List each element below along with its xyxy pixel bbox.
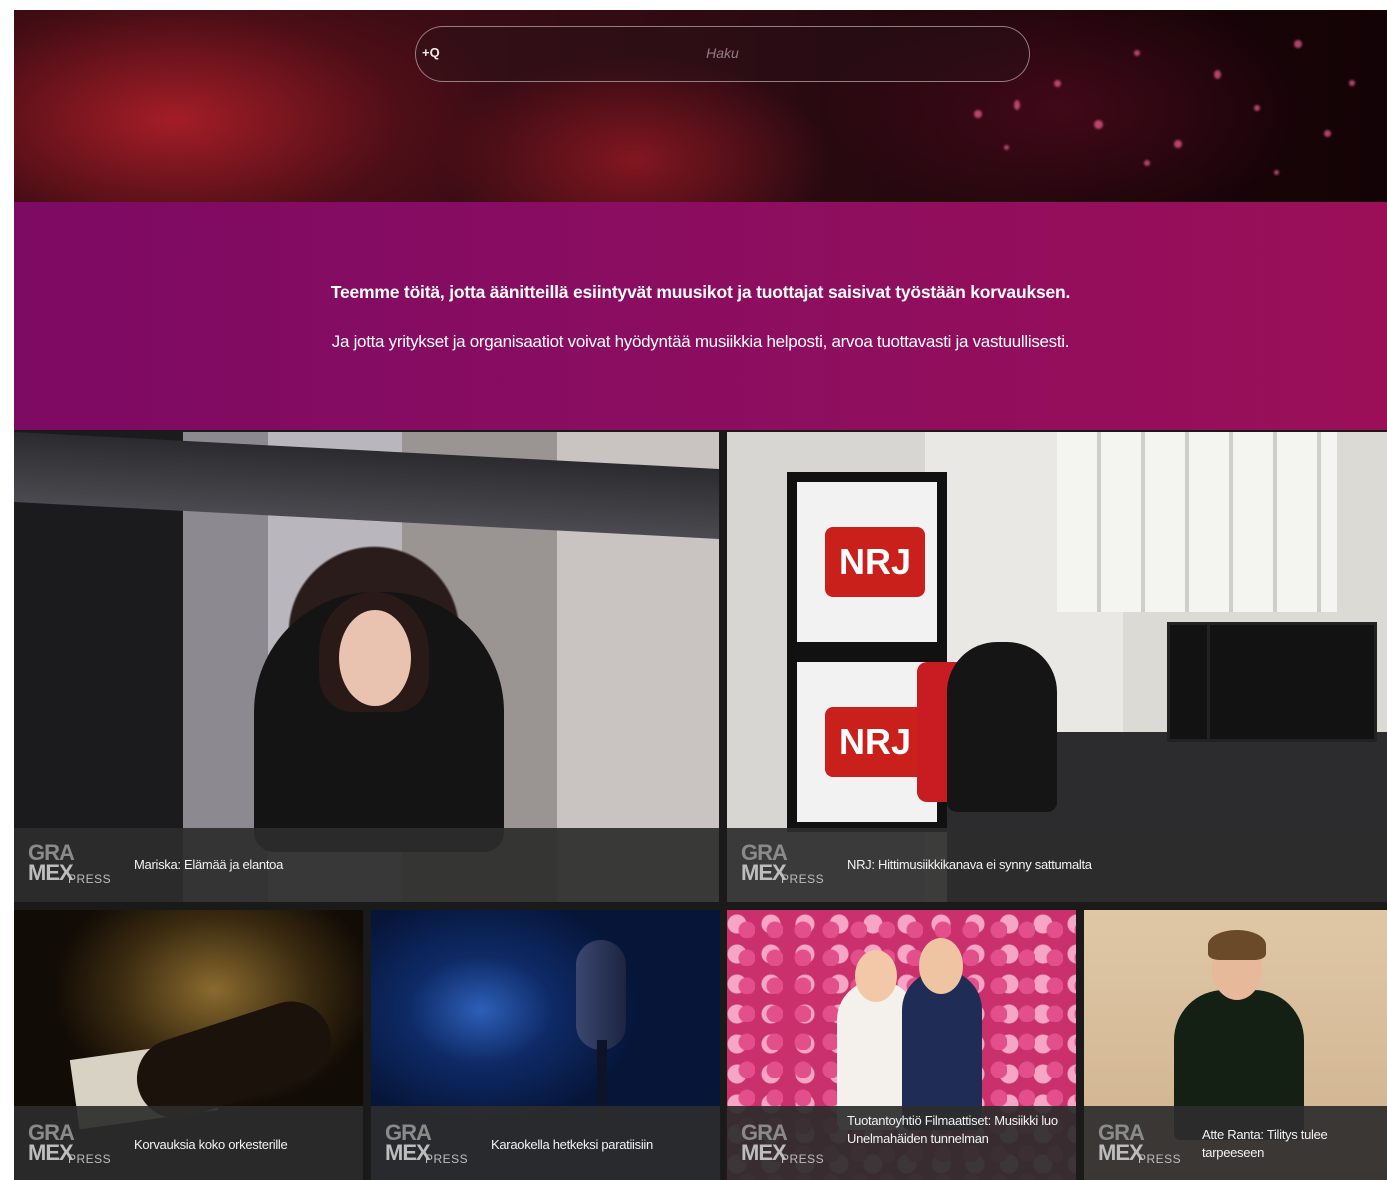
article-caption: GRA MEX PRESS NRJ: Hittimusiikkikanava e… (727, 828, 1387, 902)
article-title[interactable]: Tuotantoyhtiö Filmaattiset: Musiikki luo… (847, 1112, 1062, 1148)
gramex-press-logo: GRA MEX PRESS (1098, 1120, 1182, 1167)
article-card-atte-ranta[interactable]: GRA MEX PRESS Atte Ranta: Tilitys tulee … (1084, 910, 1387, 1180)
gramex-press-logo: GRA MEX PRESS (28, 840, 112, 887)
article-caption: GRA MEX PRESS Karaokella hetkeksi parati… (371, 1106, 720, 1180)
article-title[interactable]: Korvauksia koko orkesterille (134, 1136, 354, 1154)
article-caption: GRA MEX PRESS Atte Ranta: Tilitys tulee … (1084, 1106, 1387, 1180)
article-card-mariska[interactable]: GRA MEX PRESS Mariska: Elämää ja elantoa (14, 432, 719, 902)
hero-banner: +Q Haku (14, 10, 1387, 202)
article-title[interactable]: Mariska: Elämää ja elantoa (134, 856, 694, 874)
page: +Q Haku Teemme töitä, jotta äänitteillä … (14, 10, 1387, 1180)
article-card-karaoke[interactable]: GRA MEX PRESS Karaokella hetkeksi parati… (371, 910, 720, 1180)
search-input[interactable]: +Q Haku (415, 26, 1030, 82)
article-caption: GRA MEX PRESS Mariska: Elämää ja elantoa (14, 828, 719, 902)
gramex-press-logo: GRA MEX PRESS (385, 1120, 469, 1167)
article-caption: GRA MEX PRESS Korvauksia koko orkesteril… (14, 1106, 363, 1180)
gramex-press-logo: GRA MEX PRESS (28, 1120, 112, 1167)
mission-subline: Ja jotta yritykset ja organisaatiot voiv… (331, 332, 1070, 351)
mission-headline: Teemme töitä, jotta äänitteillä esiintyv… (330, 282, 1071, 302)
article-title[interactable]: NRJ: Hittimusiikkikanava ei synny sattum… (847, 856, 1367, 874)
article-title[interactable]: Karaokella hetkeksi paratiisiin (491, 1136, 711, 1154)
search-placeholder: Haku (706, 45, 739, 61)
gramex-press-logo: GRA MEX PRESS (741, 1120, 825, 1167)
article-card-orchestra[interactable]: GRA MEX PRESS Korvauksia koko orkesteril… (14, 910, 363, 1180)
article-title[interactable]: Atte Ranta: Tilitys tulee tarpeeseen (1202, 1126, 1382, 1162)
article-card-wedding[interactable]: GRA MEX PRESS Tuotantoyhtiö Filmaattiset… (727, 910, 1076, 1180)
article-card-nrj[interactable]: NRJ NRJ GRA MEX PRESS NRJ: Hittimusiikki… (727, 432, 1387, 902)
article-caption: GRA MEX PRESS Tuotantoyhtiö Filmaattiset… (727, 1106, 1076, 1180)
mission-banner: Teemme töitä, jotta äänitteillä esiintyv… (14, 202, 1387, 430)
gramex-press-logo: GRA MEX PRESS (741, 840, 825, 887)
